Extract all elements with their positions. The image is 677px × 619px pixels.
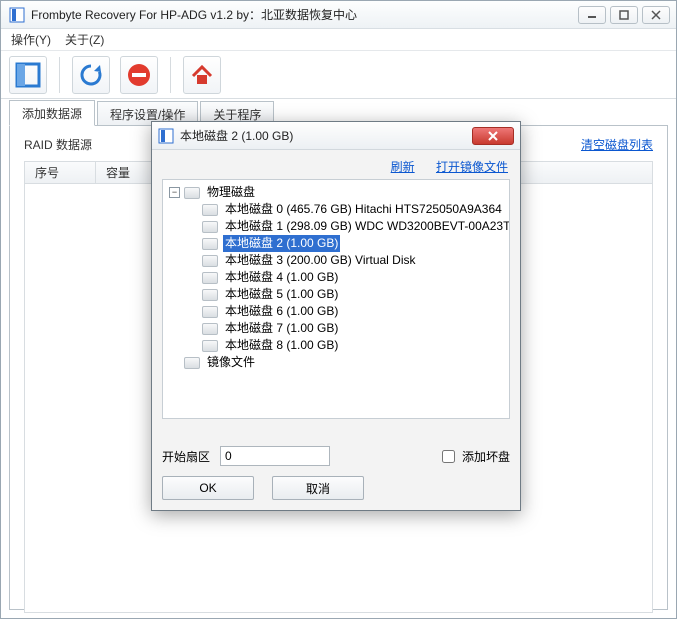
spacer bbox=[187, 255, 198, 266]
dialog-bottom: 开始扇区 添加坏盘 OK 取消 bbox=[162, 446, 510, 500]
add-bad-disk-checkbox[interactable]: 添加坏盘 bbox=[438, 447, 510, 466]
disk-group-icon bbox=[184, 357, 200, 369]
modal-overlay: 本地磁盘 2 (1.00 GB) 刷新 打开镜像文件 − 物理磁盘 本地 bbox=[1, 1, 676, 618]
dialog-title: 本地磁盘 2 (1.00 GB) bbox=[180, 127, 472, 144]
spacer bbox=[169, 357, 180, 368]
disk-icon bbox=[202, 272, 218, 284]
tree-physical-label: 物理磁盘 bbox=[205, 184, 257, 201]
disk-select-dialog: 本地磁盘 2 (1.00 GB) 刷新 打开镜像文件 − 物理磁盘 本地 bbox=[151, 121, 521, 511]
disk-icon bbox=[202, 340, 218, 352]
add-bad-disk-label: 添加坏盘 bbox=[462, 448, 510, 465]
tree-disk-item[interactable]: 本地磁盘 5 (1.00 GB) bbox=[187, 286, 507, 303]
tree-image-label: 镜像文件 bbox=[205, 354, 257, 371]
disk-icon bbox=[202, 289, 218, 301]
spacer bbox=[187, 323, 198, 334]
spacer bbox=[187, 238, 198, 249]
tree-disk-item[interactable]: 本地磁盘 3 (200.00 GB) Virtual Disk bbox=[187, 252, 507, 269]
spacer bbox=[187, 340, 198, 351]
dialog-links: 刷新 打开镜像文件 bbox=[152, 150, 520, 179]
button-row: OK 取消 bbox=[162, 476, 510, 500]
refresh-link[interactable]: 刷新 bbox=[391, 160, 415, 174]
disk-label: 本地磁盘 1 (298.09 GB) WDC WD3200BEVT-00A23T… bbox=[223, 218, 510, 235]
spacer bbox=[187, 204, 198, 215]
open-image-link[interactable]: 打开镜像文件 bbox=[436, 160, 508, 174]
tree-disk-item[interactable]: 本地磁盘 0 (465.76 GB) Hitachi HTS725050A9A3… bbox=[187, 201, 507, 218]
dialog-close-button[interactable] bbox=[472, 127, 514, 145]
main-window: Frombyte Recovery For HP-ADG v1.2 by：北亚数… bbox=[0, 0, 677, 619]
collapse-icon[interactable]: − bbox=[169, 187, 180, 198]
cancel-button[interactable]: 取消 bbox=[272, 476, 364, 500]
disk-label: 本地磁盘 3 (200.00 GB) Virtual Disk bbox=[223, 252, 418, 269]
disk-label: 本地磁盘 4 (1.00 GB) bbox=[223, 269, 340, 286]
disk-icon bbox=[202, 238, 218, 250]
tree-image-files[interactable]: 镜像文件 bbox=[169, 354, 507, 371]
tree-disk-item[interactable]: 本地磁盘 1 (298.09 GB) WDC WD3200BEVT-00A23T… bbox=[187, 218, 507, 235]
disk-icon bbox=[202, 255, 218, 267]
start-sector-input[interactable] bbox=[220, 446, 330, 466]
disk-label: 本地磁盘 0 (465.76 GB) Hitachi HTS725050A9A3… bbox=[223, 201, 504, 218]
disk-label: 本地磁盘 8 (1.00 GB) bbox=[223, 337, 340, 354]
tree-physical-disks[interactable]: − 物理磁盘 本地磁盘 0 (465.76 GB) Hitachi HTS725… bbox=[169, 184, 507, 354]
disk-icon bbox=[202, 221, 218, 233]
dialog-titlebar: 本地磁盘 2 (1.00 GB) bbox=[152, 122, 520, 150]
disk-icon bbox=[202, 323, 218, 335]
disk-icon bbox=[202, 204, 218, 216]
tree-disk-item[interactable]: 本地磁盘 7 (1.00 GB) bbox=[187, 320, 507, 337]
disk-tree[interactable]: − 物理磁盘 本地磁盘 0 (465.76 GB) Hitachi HTS725… bbox=[162, 179, 510, 419]
disk-label: 本地磁盘 5 (1.00 GB) bbox=[223, 286, 340, 303]
tree-disk-item[interactable]: 本地磁盘 8 (1.00 GB) bbox=[187, 337, 507, 354]
start-sector-label: 开始扇区 bbox=[162, 448, 210, 465]
disk-group-icon bbox=[184, 187, 200, 199]
ok-button[interactable]: OK bbox=[162, 476, 254, 500]
tree-disk-item[interactable]: 本地磁盘 6 (1.00 GB) bbox=[187, 303, 507, 320]
add-bad-disk-input[interactable] bbox=[442, 450, 455, 463]
spacer bbox=[187, 272, 198, 283]
spacer bbox=[187, 306, 198, 317]
spacer bbox=[187, 221, 198, 232]
input-row: 开始扇区 添加坏盘 bbox=[162, 446, 510, 466]
disk-icon bbox=[202, 306, 218, 318]
tree-disk-item[interactable]: 本地磁盘 4 (1.00 GB) bbox=[187, 269, 507, 286]
tab-add-source[interactable]: 添加数据源 bbox=[9, 100, 95, 126]
spacer bbox=[187, 289, 198, 300]
app-icon bbox=[158, 128, 174, 144]
tree-disk-item[interactable]: 本地磁盘 2 (1.00 GB) bbox=[187, 235, 507, 252]
disk-label: 本地磁盘 7 (1.00 GB) bbox=[223, 320, 340, 337]
disk-label: 本地磁盘 2 (1.00 GB) bbox=[223, 235, 340, 252]
disk-label: 本地磁盘 6 (1.00 GB) bbox=[223, 303, 340, 320]
